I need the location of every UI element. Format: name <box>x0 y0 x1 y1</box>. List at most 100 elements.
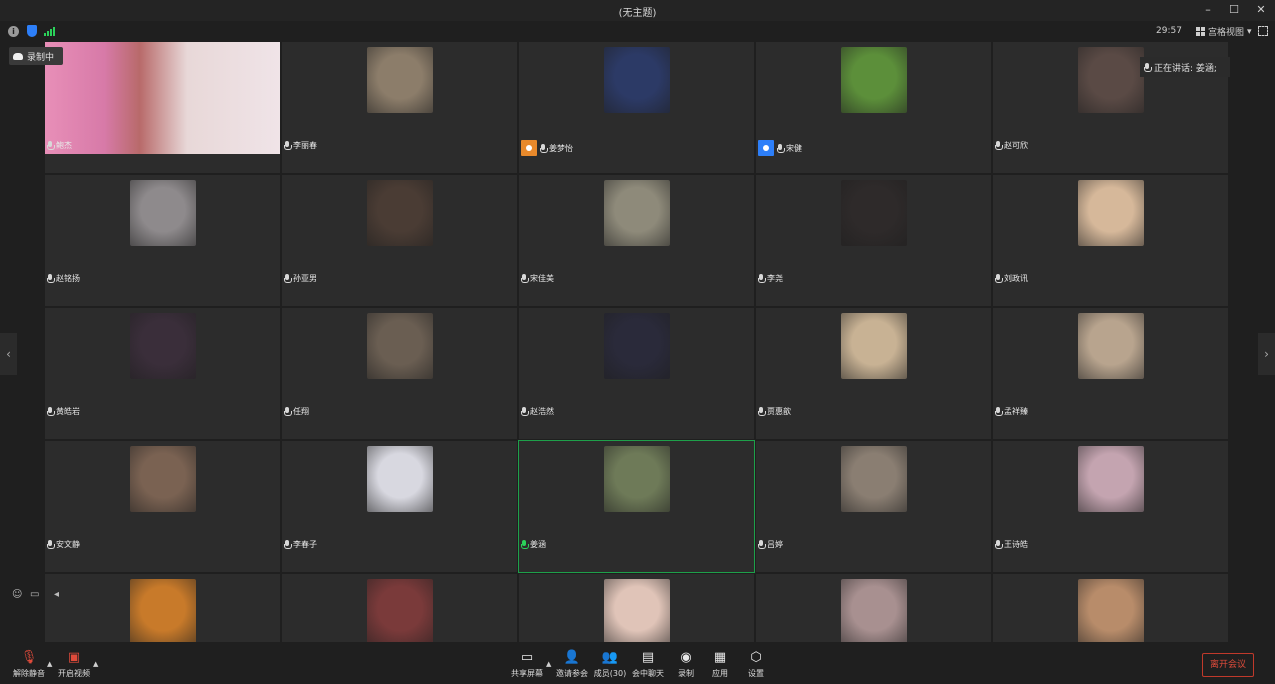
participant-tile[interactable]: 安文静 <box>44 440 281 573</box>
emoji-icon[interactable]: ☺ <box>12 589 22 603</box>
avatar <box>130 446 196 512</box>
invite-button[interactable]: 👤 邀请参会 <box>551 650 593 679</box>
participant-name: 姜涵 <box>530 540 546 549</box>
participant-tile[interactable]: 姜梦怡 <box>518 41 755 174</box>
participant-nametag: 任翔 <box>284 406 309 417</box>
participant-name: 王诗皓 <box>1004 540 1028 549</box>
participant-name: 赵铭扬 <box>56 274 80 283</box>
info-icon[interactable]: i <box>8 26 19 37</box>
mic-icon <box>284 274 292 283</box>
participant-nametag: 鲍杰 <box>47 140 72 151</box>
participant-name: 黄皓岩 <box>56 407 80 416</box>
participant-tile[interactable]: 李尧 <box>755 174 992 307</box>
chat-button[interactable]: ▤ 会中聊天 <box>627 650 669 679</box>
mic-icon <box>758 274 766 283</box>
mic-icon <box>777 143 785 153</box>
participant-tile[interactable]: 孟祥臻 <box>992 307 1229 440</box>
title-bar: (无主题) – ☐ ✕ <box>0 0 1275 21</box>
avatar <box>604 180 670 246</box>
unmute-button[interactable]: 🎙 解除静音 <box>8 650 50 679</box>
members-button[interactable]: 👥 成员(30) <box>589 650 631 679</box>
participant-tile[interactable]: 任翔 <box>281 307 518 440</box>
apps-icon: ▦ <box>713 650 727 665</box>
speaking-label: 正在讲话: 姜涵; <box>1154 63 1217 74</box>
participant-tile[interactable]: 孙亚男 <box>281 174 518 307</box>
mic-icon <box>284 141 292 150</box>
video-options-caret[interactable]: ▲ <box>93 660 98 668</box>
settings-label: 设置 <box>748 669 764 678</box>
avatar <box>367 446 433 512</box>
prev-page-button[interactable]: ‹ <box>0 333 17 375</box>
participant-tile[interactable]: 宋健 <box>755 41 992 174</box>
participant-name: 贾惠歆 <box>767 407 791 416</box>
user-badge-icon <box>521 140 537 156</box>
participant-tile[interactable]: 贾惠歆 <box>755 307 992 440</box>
close-button[interactable]: ✕ <box>1250 2 1272 18</box>
caption-icon[interactable]: ▭ <box>30 589 39 603</box>
avatar <box>604 446 670 512</box>
grid-view-icon <box>1196 27 1205 36</box>
next-page-button[interactable]: › <box>1258 333 1275 375</box>
participant-tile[interactable]: 鲍杰 <box>44 41 281 174</box>
participant-tile[interactable]: 刘政讯 <box>992 174 1229 307</box>
participant-nametag: 赵可欣 <box>995 140 1028 151</box>
avatar <box>841 180 907 246</box>
mic-icon <box>47 141 55 150</box>
participant-tile[interactable]: 宋佳美 <box>518 174 755 307</box>
leave-meeting-button[interactable]: 离开会议 <box>1202 653 1254 677</box>
avatar <box>841 579 907 645</box>
participant-name: 宋佳美 <box>530 274 554 283</box>
participant-tile[interactable]: 李春子 <box>281 440 518 573</box>
mic-icon <box>521 274 529 283</box>
participant-tile[interactable]: 赵铭扬 <box>44 174 281 307</box>
fullscreen-icon[interactable] <box>1258 26 1268 36</box>
participant-name: 安文静 <box>56 540 80 549</box>
shield-icon[interactable] <box>27 25 37 37</box>
settings-icon: ⬡ <box>750 650 762 665</box>
record-icon: ◉ <box>680 650 692 665</box>
avatar <box>130 579 196 645</box>
participant-tile[interactable]: 黄皓岩 <box>44 307 281 440</box>
share-screen-button[interactable]: ▭ 共享屏幕 <box>506 650 548 679</box>
participant-tile[interactable]: 赵浩然 <box>518 307 755 440</box>
minimize-button[interactable]: – <box>1197 2 1219 18</box>
avatar <box>1078 446 1144 512</box>
start-video-label: 开启视频 <box>58 669 90 678</box>
maximize-button[interactable]: ☐ <box>1223 2 1245 18</box>
avatar <box>604 579 670 645</box>
avatar <box>367 313 433 379</box>
participant-nametag: 孙亚男 <box>284 273 317 284</box>
audio-options-caret[interactable]: ▲ <box>47 660 52 668</box>
mic-icon <box>47 274 55 283</box>
recording-badge[interactable]: 录制中 <box>9 47 63 65</box>
participant-tile[interactable]: 王诗皓 <box>992 440 1229 573</box>
participant-tile[interactable]: 吕婷 <box>755 440 992 573</box>
participant-nametag: 姜涵 <box>521 539 546 550</box>
avatar <box>1078 313 1144 379</box>
signal-icon[interactable] <box>44 27 56 36</box>
mic-icon <box>47 407 55 416</box>
mic-icon <box>47 540 55 549</box>
participant-nametag: 孟祥臻 <box>995 406 1028 417</box>
mic-icon <box>995 274 1003 283</box>
avatar <box>1078 579 1144 645</box>
participant-name: 李春子 <box>293 540 317 549</box>
settings-button[interactable]: ⬡ 设置 <box>735 650 777 679</box>
participant-name: 吕婷 <box>767 540 783 549</box>
avatar <box>604 313 670 379</box>
user-badge-icon <box>758 140 774 156</box>
chat-label: 会中聊天 <box>632 669 664 678</box>
participant-name: 赵可欣 <box>1004 141 1028 150</box>
avatar <box>130 180 196 246</box>
participant-name: 刘政讯 <box>1004 274 1028 283</box>
participant-tile[interactable]: 李丽春 <box>281 41 518 174</box>
collapse-icon[interactable]: ◂ <box>54 589 59 603</box>
participant-name: 赵浩然 <box>530 407 554 416</box>
avatar <box>1078 180 1144 246</box>
mic-icon <box>758 407 766 416</box>
view-switch-button[interactable]: 宫格视图 ▾ <box>1196 25 1252 38</box>
participant-name: 李尧 <box>767 274 783 283</box>
start-video-button[interactable]: ▣ 开启视频 <box>53 650 95 679</box>
participant-tile[interactable]: 姜涵 <box>518 440 755 573</box>
unmute-label: 解除静音 <box>13 669 45 678</box>
